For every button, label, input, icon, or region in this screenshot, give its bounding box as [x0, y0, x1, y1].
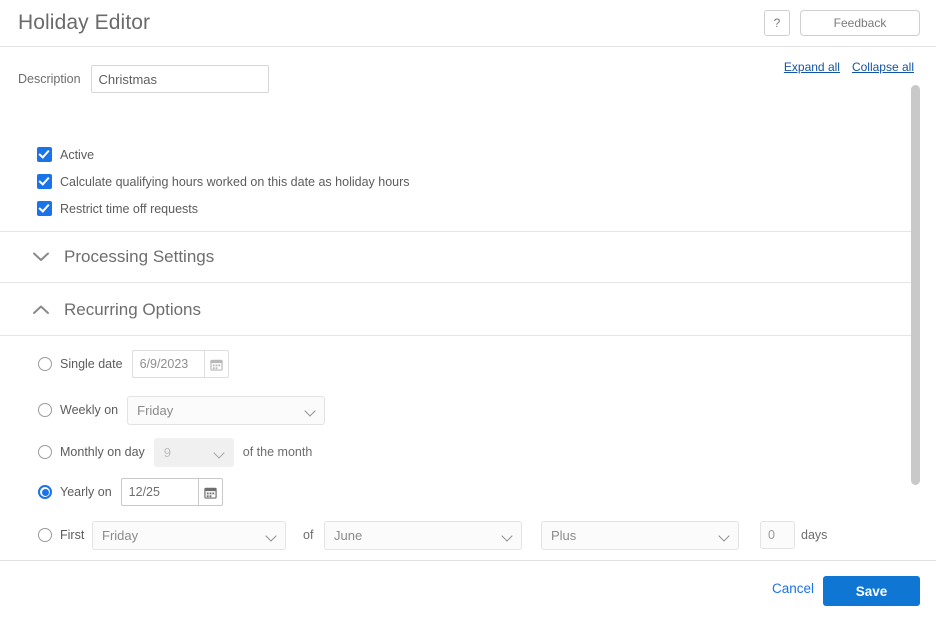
- expand-all-link[interactable]: Expand all: [784, 60, 840, 74]
- checkbox-row-active[interactable]: Active: [37, 147, 410, 162]
- radio-weekly[interactable]: [38, 403, 52, 417]
- description-input[interactable]: [91, 65, 269, 93]
- vertical-scrollbar-thumb[interactable]: [911, 85, 920, 485]
- single-date-input[interactable]: [132, 350, 204, 378]
- option-row-single-date: Single date: [38, 349, 229, 379]
- calendar-icon-single-date[interactable]: [204, 350, 229, 378]
- checkbox-restrict-time-off[interactable]: [37, 201, 52, 216]
- editor-body: Expand all Collapse all Description Acti…: [0, 47, 936, 560]
- radio-single-date[interactable]: [38, 357, 52, 371]
- label-first-days: days: [801, 528, 827, 542]
- description-row: Description: [18, 65, 269, 93]
- label-yearly: Yearly on: [60, 485, 112, 499]
- first-days-input[interactable]: [760, 521, 795, 549]
- option-row-yearly: Yearly on: [38, 477, 223, 507]
- yearly-date-input[interactable]: [121, 478, 198, 506]
- expand-collapse-links: Expand all Collapse all: [784, 60, 914, 74]
- label-first: First: [60, 528, 84, 542]
- radio-yearly[interactable]: [38, 485, 52, 499]
- option-row-first: First Friday of June Plus: [38, 520, 84, 550]
- checkbox-row-restrict-time-off[interactable]: Restrict time off requests: [37, 201, 410, 216]
- first-month-select[interactable]: June: [324, 521, 522, 550]
- cancel-button[interactable]: Cancel: [766, 580, 820, 597]
- option-row-weekly: Weekly on Friday: [38, 395, 325, 425]
- checkbox-label-active: Active: [60, 148, 94, 162]
- label-first-of: of: [303, 528, 313, 542]
- monthly-day-select[interactable]: 9: [154, 438, 234, 467]
- weekly-day-select-wrap: Friday: [127, 396, 325, 425]
- radio-monthly[interactable]: [38, 445, 52, 459]
- section-title-recurring-options: Recurring Options: [64, 300, 201, 320]
- calendar-icon-yearly[interactable]: [198, 478, 223, 506]
- page-title: Holiday Editor: [18, 11, 150, 35]
- section-recurring-options[interactable]: Recurring Options: [0, 284, 915, 336]
- page-footer: Cancel Save: [0, 560, 936, 621]
- description-label: Description: [18, 72, 81, 86]
- checkbox-active[interactable]: [37, 147, 52, 162]
- first-month-select-wrap: June: [324, 521, 522, 550]
- help-button[interactable]: ?: [764, 10, 790, 36]
- first-offset-select-wrap: Plus: [541, 521, 739, 550]
- single-date-field: [132, 350, 229, 378]
- label-of-the-month: of the month: [243, 445, 313, 459]
- checkbox-calculate-hours[interactable]: [37, 174, 52, 189]
- page-header: Holiday Editor ? Feedback: [0, 0, 936, 47]
- option-row-monthly: Monthly on day 9 of the month: [38, 437, 312, 467]
- header-actions: ? Feedback: [764, 10, 920, 36]
- checkbox-row-calculate-hours[interactable]: Calculate qualifying hours worked on thi…: [37, 174, 410, 189]
- checkbox-group: Active Calculate qualifying hours worked…: [37, 147, 410, 216]
- monthly-day-select-wrap: 9: [154, 438, 234, 467]
- label-monthly: Monthly on day: [60, 445, 145, 459]
- weekly-day-select[interactable]: Friday: [127, 396, 325, 425]
- checkbox-label-calculate-hours: Calculate qualifying hours worked on thi…: [60, 175, 410, 189]
- holiday-editor-page: Holiday Editor ? Feedback Expand all Col…: [0, 0, 936, 621]
- label-weekly: Weekly on: [60, 403, 118, 417]
- section-processing-settings[interactable]: Processing Settings: [0, 231, 915, 283]
- chevron-down-icon: [28, 252, 54, 262]
- collapse-all-link[interactable]: Collapse all: [852, 60, 914, 74]
- section-title-processing-settings: Processing Settings: [64, 247, 214, 267]
- first-offset-select[interactable]: Plus: [541, 521, 739, 550]
- first-weekday-select[interactable]: Friday: [92, 521, 286, 550]
- first-weekday-select-wrap: Friday: [92, 521, 286, 550]
- checkbox-label-restrict-time-off: Restrict time off requests: [60, 202, 198, 216]
- chevron-up-icon: [28, 305, 54, 315]
- feedback-button[interactable]: Feedback: [800, 10, 920, 36]
- save-button[interactable]: Save: [823, 576, 920, 606]
- radio-first[interactable]: [38, 528, 52, 542]
- yearly-date-field: [121, 478, 223, 506]
- label-single-date: Single date: [60, 357, 123, 371]
